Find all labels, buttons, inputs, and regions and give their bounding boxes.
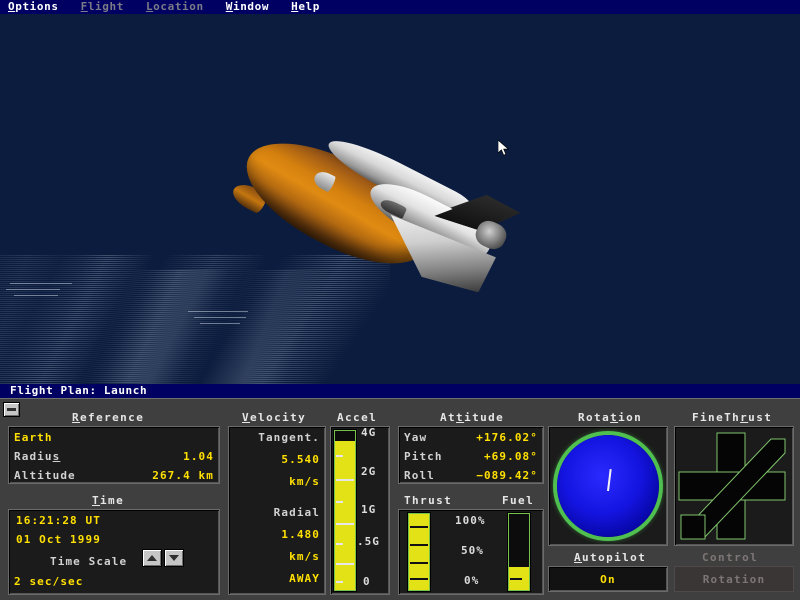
accel-gauge-fill: [335, 440, 355, 590]
arrow-up-icon: [147, 555, 157, 561]
rotation-globe-icon[interactable]: [557, 435, 659, 537]
accel-tick-4g: 4G: [361, 426, 377, 439]
flight-plan-text: Flight Plan: Launch: [10, 384, 148, 397]
cloud-streak: [6, 288, 60, 290]
velocity-tangential-value: 5.540: [281, 453, 320, 466]
thrust-tick-50: 50%: [461, 544, 484, 557]
reference-altitude-value: 267.4 km: [152, 469, 214, 482]
thrust-gauge[interactable]: [408, 513, 430, 591]
rotation-needle-icon: [607, 469, 612, 492]
velocity-radial-label: Radial: [273, 506, 320, 519]
time-scale-label: Time Scale: [50, 555, 128, 568]
menu-item-flight[interactable]: Flight: [81, 0, 124, 14]
time-scale-value: 2 sec/sec: [14, 575, 84, 588]
cloud-streak: [10, 282, 72, 284]
cloud-streak: [188, 310, 248, 312]
arrow-down-icon: [169, 555, 179, 561]
shuttle-stack: [228, 119, 504, 302]
reference-title: Reference: [72, 411, 145, 424]
accel-title: Accel: [337, 411, 378, 424]
thrust-tick-0: 0%: [464, 574, 480, 587]
autopilot-value: On: [600, 572, 616, 586]
menu-item-help[interactable]: Help: [291, 0, 320, 14]
reference-radius-value: 1.04: [183, 450, 214, 463]
velocity-radial-direction: AWAY: [289, 572, 320, 585]
finethrust-title: FineThrust: [692, 411, 773, 424]
time-clock: 16:21:28 UT: [16, 514, 101, 527]
reference-radius-label: Radius: [14, 450, 61, 463]
thrust-title: Thrust: [404, 494, 453, 507]
fine-thrust-pad-icon[interactable]: [675, 427, 793, 545]
cloud-streak: [194, 316, 246, 318]
reference-altitude-label: Altitude: [14, 469, 76, 482]
accel-tick-1g: 1G: [361, 503, 377, 516]
attitude-title: Attitude: [440, 411, 505, 424]
cloud-streak: [14, 294, 58, 296]
control-readout[interactable]: Rotation: [674, 566, 794, 592]
attitude-yaw-value: +176.02°: [476, 431, 538, 444]
accel-tick-half-g: .5G: [357, 535, 380, 548]
autopilot-title: Autopilot: [574, 551, 647, 564]
accel-tick-0: 0: [363, 575, 371, 588]
fuel-title: Fuel: [502, 494, 535, 507]
menu-item-options[interactable]: Options: [8, 0, 59, 14]
control-value: Rotation: [702, 572, 766, 586]
time-scale-down-button[interactable]: [164, 549, 184, 567]
flight-plan-bar: Flight Plan: Launch: [0, 384, 800, 398]
window-minimize-button[interactable]: [3, 402, 20, 417]
minimize-icon: [7, 408, 16, 411]
accel-gauge: [334, 430, 356, 591]
thrust-tick-100: 100%: [455, 514, 486, 527]
cloud-streak: [200, 322, 240, 324]
autopilot-readout[interactable]: On: [548, 566, 668, 592]
3d-viewport[interactable]: [0, 14, 800, 398]
velocity-tangential-unit: km/s: [289, 475, 320, 488]
mouse-pointer-icon: [498, 140, 510, 156]
velocity-radial-value: 1.480: [281, 528, 320, 541]
application-window: Options Flight Location Window Help Flig…: [0, 0, 800, 600]
fuel-gauge: [508, 513, 530, 591]
menu-item-window[interactable]: Window: [226, 0, 269, 14]
time-date: 01 Oct 1999: [16, 533, 101, 546]
attitude-pitch-value: +69.08°: [483, 450, 538, 463]
time-title: Time: [92, 494, 125, 507]
menu-item-location[interactable]: Location: [146, 0, 204, 14]
attitude-yaw-label: Yaw: [404, 431, 428, 444]
menu-bar: Options Flight Location Window Help: [0, 0, 800, 14]
control-title: Control: [702, 551, 759, 564]
accel-tick-2g: 2G: [361, 465, 377, 478]
velocity-radial-unit: km/s: [289, 550, 320, 563]
velocity-tangential-label: Tangent.: [258, 431, 320, 444]
instrument-panel: Reference Earth Radius 1.04 Altitude 267…: [0, 398, 800, 600]
rotation-well[interactable]: [548, 426, 668, 546]
reference-body: Earth: [14, 431, 53, 444]
time-scale-up-button[interactable]: [142, 549, 162, 567]
velocity-title: Velocity: [242, 411, 307, 424]
rotation-title: Rotation: [578, 411, 643, 424]
attitude-roll-value: −089.42°: [476, 469, 538, 482]
finethrust-well[interactable]: [674, 426, 794, 546]
